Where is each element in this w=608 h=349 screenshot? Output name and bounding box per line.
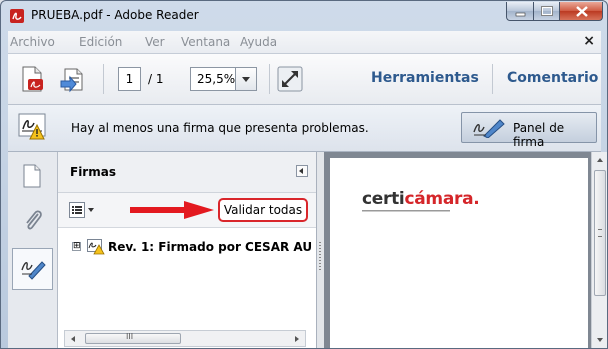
vertical-scrollbar[interactable]: [591, 152, 607, 348]
signature-revision-label: Rev. 1: Firmado por CESAR AUGUSTO: [108, 240, 312, 254]
minimize-button[interactable]: [506, 2, 534, 21]
scroll-down-icon[interactable]: [597, 338, 603, 342]
logo-tagline-graphic: [362, 210, 450, 212]
menu-edicion[interactable]: Edición: [79, 35, 122, 49]
pdf-app-icon: [10, 9, 24, 23]
scroll-up-icon[interactable]: [597, 158, 603, 162]
close-button[interactable]: [559, 2, 603, 21]
page-number-input[interactable]: 1: [118, 67, 141, 91]
validate-all-button[interactable]: Validar todas: [218, 198, 308, 222]
page-thumbnails-icon[interactable]: [22, 164, 42, 188]
window-title: PRUEBA.pdf - Adobe Reader: [31, 8, 199, 22]
scroll-right-icon[interactable]: [295, 336, 299, 342]
comment-button[interactable]: Comentario: [507, 70, 598, 86]
title-bar[interactable]: PRUEBA.pdf - Adobe Reader: [1, 1, 607, 31]
menu-archivo[interactable]: Archivo: [10, 35, 55, 49]
signature-message-bar: Hay al menos una firma que presenta prob…: [8, 105, 601, 152]
scroll-left-icon[interactable]: [71, 336, 75, 342]
collapse-panel-button[interactable]: [296, 165, 308, 177]
maximize-icon: [541, 6, 553, 16]
splitter-grip: [319, 242, 321, 272]
minimize-icon: [515, 12, 526, 17]
scroll-grip-icon: [598, 229, 602, 237]
toolbar-separator: [269, 64, 270, 94]
expand-icon[interactable]: ⊞: [72, 242, 81, 251]
scroll-grip: III: [126, 332, 134, 341]
signatures-panel: Firmas Validar todas ⊞ Rev. 1: Firmado p…: [58, 152, 317, 348]
chevron-left-icon: [299, 168, 303, 174]
signatures-panel-header: Firmas: [58, 152, 316, 193]
menu-bar: Archivo Edición Ver Ventana Ayuda ×: [8, 31, 601, 54]
menu-ventana[interactable]: Ventana: [181, 35, 230, 49]
vertical-scroll-thumb[interactable]: [594, 170, 606, 296]
tools-button[interactable]: Herramientas: [371, 70, 479, 86]
signatures-icon: [21, 261, 46, 280]
signatures-panel-toolbar: Validar todas: [58, 193, 316, 228]
signature-warning-icon: [87, 239, 105, 255]
signature-warning-icon: [18, 113, 46, 140]
signature-pen-icon: [473, 119, 505, 138]
horizontal-scroll-thumb[interactable]: III: [85, 332, 181, 344]
app-window: PRUEBA.pdf - Adobe Reader Archivo Edició…: [0, 0, 608, 349]
navigation-pane: [8, 152, 58, 348]
signature-panel-label: Panel de firma: [513, 121, 565, 149]
page-total: / 1: [148, 72, 164, 86]
chevron-down-icon: [242, 77, 250, 82]
zoom-input[interactable]: 25,5%: [190, 67, 236, 91]
signature-warning-message: Hay al menos una firma que presenta prob…: [71, 121, 369, 135]
close-document-button[interactable]: ×: [583, 33, 595, 49]
panel-splitter[interactable]: [317, 152, 324, 348]
document-view[interactable]: certicámara.: [324, 152, 591, 348]
toolbar-separator: [492, 64, 493, 94]
toolbar-separator: [103, 64, 104, 94]
attachments-icon[interactable]: [22, 208, 44, 234]
menu-ver[interactable]: Ver: [145, 35, 165, 49]
share-icon[interactable]: [60, 65, 88, 93]
close-icon: [576, 6, 588, 17]
toolbar: 1 / 1 25,5% Herramientas Comentario: [8, 54, 601, 105]
document-page: certicámara.: [330, 158, 588, 348]
signatures-panel-title: Firmas: [70, 165, 116, 179]
zoom-dropdown-button[interactable]: [235, 67, 257, 91]
maximize-button[interactable]: [533, 2, 560, 21]
horizontal-scrollbar[interactable]: III: [64, 330, 306, 347]
signature-panel-button[interactable]: Panel de firma: [461, 112, 597, 149]
signatures-tab[interactable]: [12, 248, 53, 290]
full-screen-icon[interactable]: [276, 65, 304, 93]
options-menu-icon[interactable]: [69, 202, 95, 218]
menu-ayuda[interactable]: Ayuda: [240, 35, 277, 49]
red-arrow-annotation-icon: [130, 201, 214, 219]
certicamara-logo: certicámara.: [362, 189, 480, 209]
signature-tree-item[interactable]: ⊞ Rev. 1: Firmado por CESAR AUGUSTO: [72, 239, 312, 255]
create-pdf-icon[interactable]: [20, 65, 46, 93]
